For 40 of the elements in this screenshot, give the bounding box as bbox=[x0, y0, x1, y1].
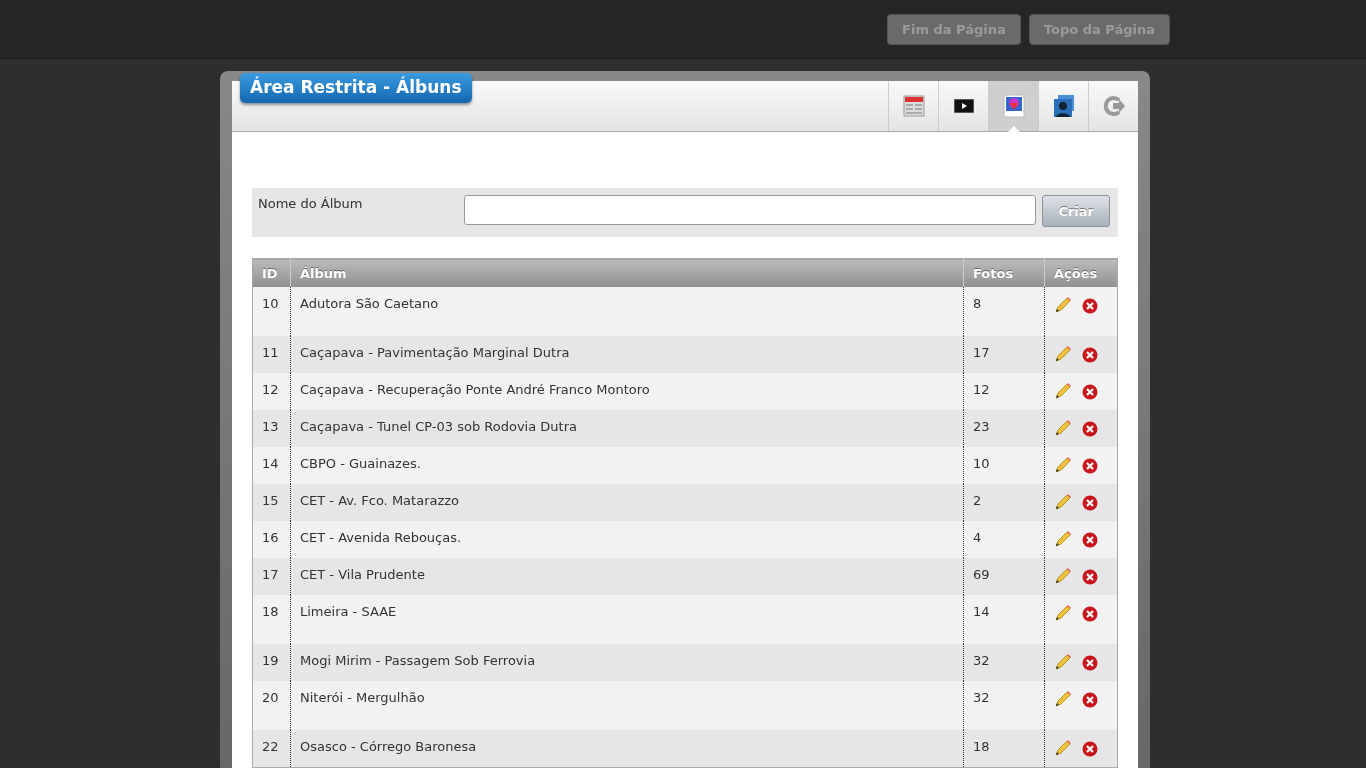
column-header: Álbum bbox=[290, 258, 964, 287]
table-cell: Osasco - Córrego Baronesa bbox=[290, 730, 964, 768]
delete-icon[interactable] bbox=[1082, 495, 1098, 511]
column-header: Fotos bbox=[963, 258, 1045, 287]
delete-icon[interactable] bbox=[1082, 421, 1098, 437]
panel-title: Área Restrita - Álbuns bbox=[240, 73, 472, 103]
users-icon bbox=[1051, 94, 1076, 118]
edit-pencil-icon[interactable] bbox=[1054, 345, 1072, 363]
edit-pencil-icon[interactable] bbox=[1054, 530, 1072, 548]
edit-pencil-icon[interactable] bbox=[1054, 567, 1072, 585]
create-button[interactable]: Criar bbox=[1042, 195, 1110, 227]
news-icon bbox=[901, 94, 926, 118]
field-label: Nome do Álbum bbox=[258, 195, 364, 211]
delete-icon[interactable] bbox=[1082, 606, 1098, 622]
delete-icon[interactable] bbox=[1082, 532, 1098, 548]
edit-pencil-icon[interactable] bbox=[1054, 382, 1072, 400]
delete-icon[interactable] bbox=[1082, 347, 1098, 363]
delete-icon[interactable] bbox=[1082, 655, 1098, 671]
picture-icon bbox=[1002, 94, 1025, 118]
delete-icon[interactable] bbox=[1082, 298, 1098, 314]
album-name-field[interactable] bbox=[464, 195, 1037, 225]
delete-icon[interactable] bbox=[1082, 384, 1098, 400]
edit-pencil-icon[interactable] bbox=[1054, 604, 1072, 622]
delete-icon[interactable] bbox=[1082, 569, 1098, 585]
logout-icon bbox=[1101, 94, 1126, 118]
edit-pencil-icon[interactable] bbox=[1054, 419, 1072, 437]
edit-pencil-icon[interactable] bbox=[1054, 739, 1072, 757]
delete-icon[interactable] bbox=[1082, 692, 1098, 708]
delete-icon[interactable] bbox=[1082, 741, 1098, 757]
edit-pencil-icon[interactable] bbox=[1054, 653, 1072, 671]
video-icon bbox=[953, 99, 974, 113]
column-header: ID bbox=[252, 258, 291, 287]
table-cell: 18 bbox=[963, 730, 1045, 768]
edit-pencil-icon[interactable] bbox=[1054, 296, 1072, 314]
table-cell: 22 bbox=[252, 730, 291, 768]
column-header: Ações bbox=[1044, 258, 1118, 287]
edit-pencil-icon[interactable] bbox=[1054, 690, 1072, 708]
delete-icon[interactable] bbox=[1082, 458, 1098, 474]
edit-pencil-icon[interactable] bbox=[1054, 493, 1072, 511]
edit-pencil-icon[interactable] bbox=[1054, 456, 1072, 474]
